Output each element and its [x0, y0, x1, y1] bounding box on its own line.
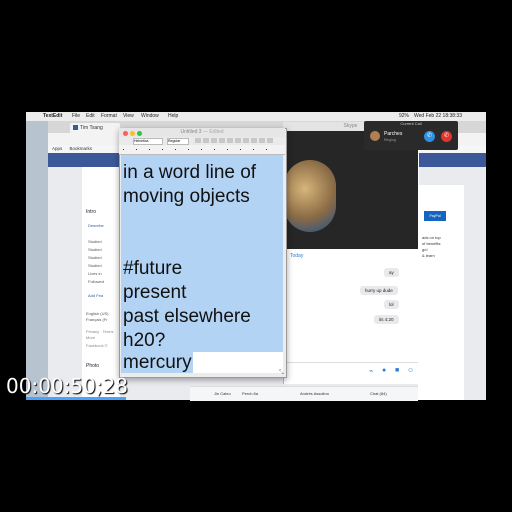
menu-edit[interactable]: Edit [86, 112, 95, 121]
close-button[interactable] [123, 131, 128, 136]
format-buttons[interactable] [195, 138, 275, 143]
chat-tab[interactable]: Chat (84) [370, 387, 387, 401]
facebook-intro-panel: Intro Describe Studied Studied Studied S… [82, 167, 120, 400]
intro-item: Followed [88, 279, 105, 284]
menu-app-name[interactable]: TextEdit [43, 112, 62, 121]
document-text-area[interactable]: in a word line of moving objects #future… [121, 155, 283, 373]
text-line: past elsewhere [123, 306, 251, 327]
tab-label: Tim Tsang [80, 125, 103, 131]
intro-item: Studied [88, 239, 102, 244]
chat-tab[interactable]: Jin Caleo [214, 387, 231, 401]
ad-text: of benefits [422, 241, 441, 246]
ruler[interactable] [119, 145, 285, 155]
message-bubble: hurry up dude [360, 286, 398, 295]
footer-links[interactable]: Privacy · Terms [86, 329, 113, 334]
call-status: Ringing [384, 138, 396, 142]
menu-help[interactable]: Help [168, 112, 178, 121]
paypal-ad[interactable]: PayPal [424, 211, 446, 221]
message-bubble: ay [384, 268, 399, 277]
menu-format[interactable]: Format [101, 112, 117, 121]
ad-text: go! [422, 247, 428, 252]
location-icon[interactable]: ● [382, 367, 386, 374]
intro-item: Studied [88, 247, 102, 252]
text-line: h20? [123, 330, 166, 351]
battery-indicator[interactable]: 92% [399, 112, 409, 121]
call-header: Current Call [400, 121, 422, 126]
facebook-chat-bar: Jin Caleo Perch 8a Andrés Assolina Chat … [190, 386, 418, 401]
resize-handle-icon[interactable]: ⤡ [279, 370, 284, 377]
add-featured-link[interactable]: Add Fea [88, 293, 103, 298]
zoom-button[interactable] [137, 131, 142, 136]
phone-hangup-icon[interactable]: ✆ [441, 131, 452, 142]
attach-icon[interactable]: ⌁ [369, 367, 373, 375]
bookmark-apps[interactable]: Apps [52, 146, 62, 151]
text-line: mercury [123, 352, 192, 373]
video-icon[interactable]: ■ [395, 367, 399, 374]
font-style-select[interactable]: Regular [167, 138, 189, 145]
language-french[interactable]: Français (Fr [86, 317, 108, 322]
document-title: Untitled 3 [180, 129, 202, 135]
bookmark-bookmarks[interactable]: Bookmarks [70, 146, 93, 151]
menu-datetime[interactable]: Wed Feb 22 18:38:33 [414, 112, 462, 121]
message-bubble: its 4:20 [374, 315, 399, 324]
intro-heading: Intro [86, 209, 97, 215]
profile-photo [284, 160, 336, 232]
minimize-button[interactable] [130, 131, 135, 136]
facebook-right-column: PayPal ads on top of benefits go! & lear… [418, 185, 464, 400]
intro-describe[interactable]: Describe [88, 223, 104, 228]
ad-text: ads on top [422, 235, 441, 240]
intro-item: Studied [88, 263, 102, 268]
photos-heading[interactable]: Photo [86, 363, 99, 369]
message-bubble: lol [384, 300, 399, 309]
ad-text: & learn [422, 253, 435, 258]
menu-view[interactable]: View [123, 112, 134, 121]
chat-tab[interactable]: Andrés Assolina [300, 387, 329, 401]
text-line: present [123, 282, 187, 303]
caller-avatar [370, 131, 380, 141]
footer-more[interactable]: More [86, 335, 95, 340]
phone-icon[interactable]: ✆ [424, 131, 435, 142]
intro-item: Studied [88, 255, 102, 260]
textedit-titlebar[interactable]: Untitled 3 — Edited [119, 128, 285, 137]
browser-tab-facebook[interactable]: Tim Tsang [70, 123, 120, 133]
composer-divider [284, 362, 418, 363]
edited-indicator: — Edited [202, 129, 224, 135]
ruler-ticks [123, 149, 279, 150]
text-line: in a word line of [123, 162, 257, 183]
menu-window[interactable]: Window [141, 112, 159, 121]
chat-tab[interactable]: Perch 8a [242, 387, 258, 401]
text-line: #future [123, 258, 183, 279]
menu-file[interactable]: File [72, 112, 80, 121]
facebook-icon [73, 125, 78, 131]
intro-item: Lives in [88, 271, 102, 276]
language-english[interactable]: English (US) [86, 311, 108, 316]
video-timecode: 00:00:50;28 [6, 374, 129, 398]
menu-bar: TextEdit File Edit Format View Window He… [26, 112, 486, 121]
emoji-icon[interactable]: ☺ [407, 367, 414, 374]
text-line: moving objects [123, 186, 250, 207]
font-family-select[interactable]: Helvetica [133, 138, 163, 145]
text-selection-end [193, 352, 283, 373]
day-label: Today [290, 253, 304, 259]
caller-name: Parches [384, 131, 403, 137]
footer-copyright: Facebook © [86, 343, 108, 348]
